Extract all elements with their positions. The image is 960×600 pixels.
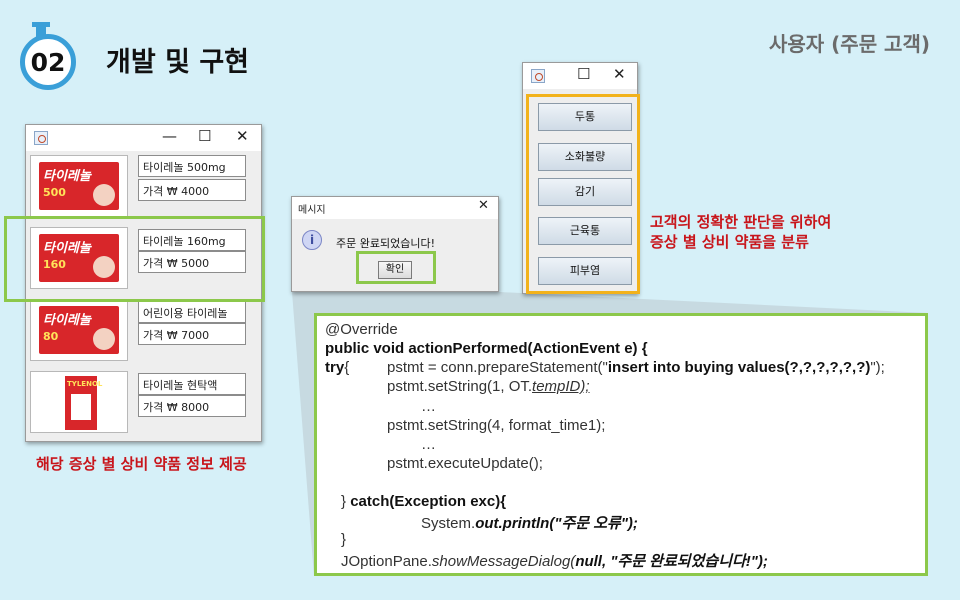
user-role-label: 사용자 (주문 고객) [768,32,930,56]
section-number-badge: 02 [20,22,82,90]
code-line-12: JOptionPane.showMessageDialog(null, "주문 … [341,553,768,570]
minimize-icon[interactable]: — [162,127,177,145]
java-app-icon [34,131,48,145]
code-line-8: pstmt.executeUpdate(); [387,455,543,472]
product-price-field[interactable]: 가격 ₩ 7000 [138,323,246,345]
code-line-2: public void actionPerformed(ActionEvent … [325,340,648,357]
product-image[interactable]: 타이레놀 80 [30,299,128,361]
maximize-icon[interactable]: ☐ [198,127,211,145]
product-image[interactable]: TYLENOL [30,371,128,433]
category-note-line1: 고객의 정확한 판단을 위하여 [650,213,832,231]
code-line-4: pstmt.setString(1, OT.tempID); [387,378,590,395]
product-window-titlebar: — ☐ ✕ [26,125,261,151]
product-name-field[interactable]: 타이레놀 현탁액 [138,373,246,395]
code-line-1: @Override [325,321,398,338]
code-line-7: … [421,436,436,453]
category-note: 고객의 정확한 판단을 위하여 증상 별 상비 약품을 분류 [650,212,831,252]
product-row[interactable]: 타이레놀 80 어린이용 타이레놀 가격 ₩ 7000 [30,299,260,363]
product-name-field[interactable]: 타이레놀 500mg [138,155,246,177]
product-name-field[interactable]: 어린이용 타이레놀 [138,301,246,323]
product-caption: 해당 증상 별 상비 약품 정보 제공 [36,455,247,473]
code-line-3b: pstmt = conn.prepareStatement("insert in… [387,359,885,376]
code-line-6: pstmt.setString(4, format_time1); [387,417,606,434]
info-icon: i [302,230,322,250]
product-image[interactable]: 타이레놀 500 [30,155,128,217]
code-snippet: @Override public void actionPerformed(Ac… [314,313,928,576]
category-note-line2: 증상 별 상비 약품을 분류 [650,233,809,251]
product-row[interactable]: 타이레놀 500 타이레놀 500mg 가격 ₩ 4000 [30,155,260,219]
section-title: 개발 및 구현 [106,47,249,78]
product-row[interactable]: TYLENOL 타이레놀 현탁액 가격 ₩ 8000 [30,371,260,435]
close-icon[interactable]: ✕ [236,127,249,145]
code-line-5: … [421,398,436,415]
message-dialog-titlebar: 메시지 ✕ [292,197,498,219]
section-number: 02 [30,47,66,77]
code-line-3: try{ [325,359,350,376]
category-window-titlebar: ☐ ✕ [523,63,637,89]
category-highlight [526,94,640,294]
message-dialog-title: 메시지 [298,204,326,216]
message-text: 주문 완료되었습니다! [336,237,435,250]
product-price-field[interactable]: 가격 ₩ 8000 [138,395,246,417]
close-icon[interactable]: ✕ [478,198,489,213]
maximize-icon[interactable]: ☐ [577,65,590,83]
code-line-9: } catch(Exception exc){ [341,493,507,510]
close-icon[interactable]: ✕ [613,65,626,83]
product-price-field[interactable]: 가격 ₩ 4000 [138,179,246,201]
ok-button-highlight [356,251,436,284]
code-line-10: System.out.println("주문 오류"); [421,515,638,532]
selected-product-highlight [4,216,265,302]
java-app-icon [531,69,545,83]
code-line-11: } [341,531,347,548]
